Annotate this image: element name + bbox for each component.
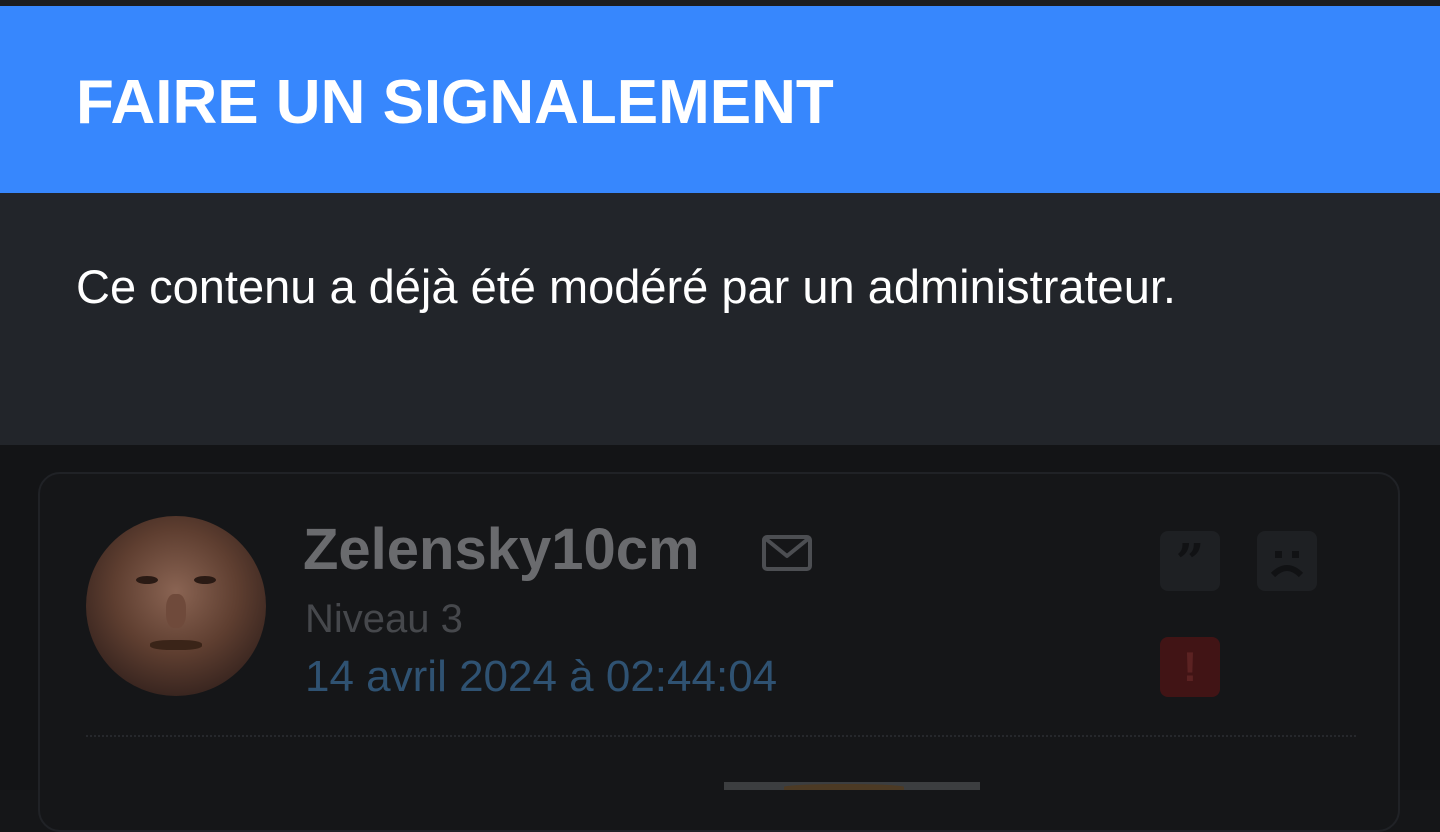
mail-icon[interactable] [762, 534, 812, 572]
report-modal-body: Ce contenu a déjà été modéré par un admi… [0, 193, 1440, 445]
avatar[interactable] [86, 516, 266, 696]
user-level: Niveau 3 [305, 597, 463, 641]
post-image[interactable] [724, 782, 980, 790]
avatar-eye-left [136, 576, 158, 584]
modal-title: FAIRE UN SIGNALEMENT [76, 68, 834, 137]
post-username[interactable]: Zelensky10cm [303, 515, 700, 585]
avatar-eye-right [194, 576, 216, 584]
post-divider [86, 735, 1356, 737]
modal-message: Ce contenu a déjà été modéré par un admi… [76, 260, 1176, 313]
sad-reaction-button[interactable] [1257, 531, 1317, 591]
report-button[interactable]: ! [1160, 637, 1220, 697]
quote-button[interactable]: ” [1160, 531, 1220, 591]
post-image-content [784, 784, 904, 790]
avatar-nose [166, 594, 186, 628]
report-modal-header: FAIRE UN SIGNALEMENT [0, 6, 1440, 193]
quote-icon: ” [1175, 531, 1205, 591]
exclamation-icon: ! [1183, 643, 1197, 690]
post-date[interactable]: 14 avril 2024 à 02:44:04 [305, 650, 777, 704]
avatar-mouth [150, 640, 202, 650]
sad-face-icon [1270, 551, 1304, 578]
